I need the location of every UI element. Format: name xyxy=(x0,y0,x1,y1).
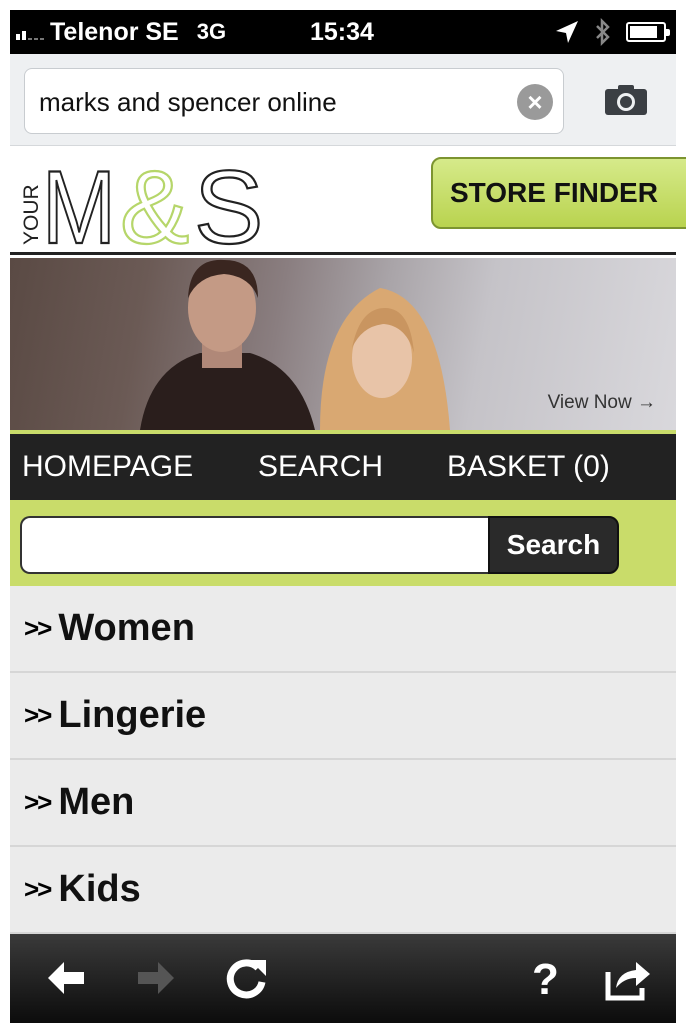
category-label: Lingerie xyxy=(58,694,207,736)
view-now-link[interactable]: View Now → xyxy=(548,392,656,414)
help-icon[interactable]: ? xyxy=(520,954,568,1002)
category-label: Men xyxy=(58,781,135,823)
site-header: YOUR M & S STORE FINDER xyxy=(10,147,686,255)
double-chevron-icon: >> xyxy=(24,787,52,817)
location-arrow-icon xyxy=(556,21,578,43)
logo-m: M xyxy=(42,155,116,251)
back-arrow-icon[interactable] xyxy=(42,954,90,1002)
nav-search[interactable]: SEARCH xyxy=(258,450,383,484)
category-list: >> Women >> Lingerie >> Men >> Kids xyxy=(10,586,676,934)
category-item-lingerie[interactable]: >> Lingerie xyxy=(10,673,676,760)
store-finder-button[interactable]: STORE FINDER xyxy=(431,157,686,229)
battery-icon xyxy=(626,22,670,42)
carrier-name: Telenor SE xyxy=(50,17,179,46)
male-model-image xyxy=(140,259,315,430)
status-bar: Telenor SE 3G 15:34 xyxy=(10,10,676,54)
signal-strength-icon xyxy=(16,24,44,40)
search-bar: Search xyxy=(10,500,676,586)
camera-icon[interactable] xyxy=(604,84,648,116)
url-field[interactable]: marks and spencer online × xyxy=(24,68,564,134)
browser-toolbar: ? xyxy=(10,934,676,1023)
logo-ampersand: & xyxy=(120,155,189,251)
category-label: Women xyxy=(58,607,195,649)
main-nav: HOMEPAGE SEARCH BASKET (0) xyxy=(10,430,676,500)
ms-logo[interactable]: YOUR M & S xyxy=(14,155,284,251)
logo-s: S xyxy=(194,155,263,251)
clear-icon[interactable]: × xyxy=(517,84,553,120)
share-icon[interactable] xyxy=(604,954,652,1002)
category-item-men[interactable]: >> Men xyxy=(10,760,676,847)
category-item-women[interactable]: >> Women xyxy=(10,586,676,673)
female-model-image xyxy=(320,288,450,430)
double-chevron-icon: >> xyxy=(24,700,52,730)
bluetooth-icon xyxy=(596,18,610,46)
address-bar: marks and spencer online × xyxy=(10,54,676,146)
double-chevron-icon: >> xyxy=(24,874,52,904)
reload-icon[interactable] xyxy=(222,954,270,1002)
nav-homepage[interactable]: HOMEPAGE xyxy=(22,450,193,484)
url-text[interactable]: marks and spencer online xyxy=(39,69,337,135)
svg-text:?: ? xyxy=(532,955,559,1002)
logo-your: YOUR xyxy=(20,184,43,245)
search-button[interactable]: Search xyxy=(488,516,619,574)
forward-arrow-icon[interactable] xyxy=(132,954,180,1002)
network-type: 3G xyxy=(196,19,227,44)
promo-banner[interactable]: View Now → xyxy=(10,258,676,430)
clock: 15:34 xyxy=(310,18,374,46)
double-chevron-icon: >> xyxy=(24,613,52,643)
nav-basket[interactable]: BASKET (0) xyxy=(447,450,610,484)
category-label: Kids xyxy=(58,868,141,910)
category-item-kids[interactable]: >> Kids xyxy=(10,847,676,934)
search-input[interactable] xyxy=(20,516,488,574)
